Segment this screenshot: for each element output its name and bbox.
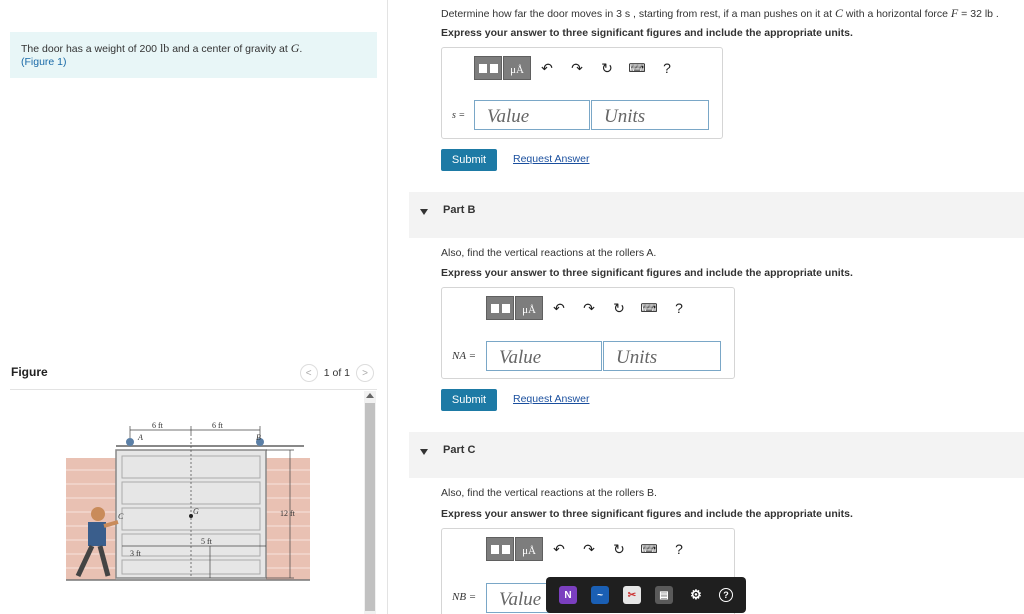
undo-icon[interactable]: ↶ bbox=[544, 300, 574, 317]
keyboard-icon[interactable]: ⌨ bbox=[622, 61, 652, 75]
figure-link[interactable]: (Figure 1) bbox=[21, 56, 67, 68]
redo-icon[interactable]: ↷ bbox=[574, 541, 604, 558]
nb-label: NB = bbox=[452, 591, 477, 603]
redo-icon[interactable]: ↷ bbox=[574, 300, 604, 317]
part-b-title: Part B bbox=[443, 204, 476, 216]
chevron-left-icon[interactable]: < bbox=[299, 364, 318, 382]
dim-mid: 5 ft bbox=[201, 537, 213, 546]
part-b-question: Also, find the vertical reactions at the… bbox=[441, 247, 657, 259]
help-icon[interactable]: ? bbox=[652, 60, 682, 76]
units-input[interactable]: Units bbox=[603, 341, 721, 371]
part-c-question: Also, find the vertical reactions at the… bbox=[441, 487, 657, 499]
problem-statement: The door has a weight of 200 lb and a ce… bbox=[10, 32, 377, 78]
pager-count: 1 of 1 bbox=[323, 367, 350, 379]
part-b-answer-box: μÅ ↶ ↷ ↻ ⌨ ? NA = Value Units bbox=[441, 287, 735, 379]
symbols-label: μÅ bbox=[510, 64, 524, 76]
symbols-label: μÅ bbox=[522, 545, 536, 557]
na-label: NA = bbox=[452, 350, 477, 362]
label-a: A bbox=[137, 433, 143, 442]
app-icon[interactable]: ▤ bbox=[655, 586, 673, 604]
undo-icon[interactable]: ↶ bbox=[532, 60, 562, 77]
part-a-instruction: Express your answer to three significant… bbox=[441, 27, 853, 39]
keyboard-icon[interactable]: ⌨ bbox=[634, 542, 664, 556]
point-c-symbol: C bbox=[834, 6, 843, 20]
symbols-icon[interactable]: μÅ bbox=[515, 296, 543, 320]
question-text-3: = 32 lb . bbox=[958, 8, 999, 20]
submit-button[interactable]: Submit bbox=[441, 149, 497, 171]
undo-icon[interactable]: ↶ bbox=[544, 541, 574, 558]
part-a-answer-box: μÅ ↶ ↷ ↻ ⌨ ? s = Value Units bbox=[441, 47, 723, 139]
left-panel: The door has a weight of 200 lb and a ce… bbox=[0, 0, 388, 614]
onenote-icon[interactable]: N bbox=[559, 586, 577, 604]
symbols-icon[interactable]: μÅ bbox=[503, 56, 531, 80]
part-c-title: Part C bbox=[443, 444, 476, 456]
help-icon[interactable]: ? bbox=[719, 588, 733, 602]
figure-scrollbar[interactable] bbox=[364, 391, 376, 614]
right-panel: Determine how far the door moves in 3 s … bbox=[388, 0, 1024, 614]
dim-low: 3 ft bbox=[130, 549, 142, 558]
whiteboard-icon[interactable]: ~ bbox=[591, 586, 609, 604]
roller-a bbox=[126, 438, 134, 446]
help-icon[interactable]: ? bbox=[664, 541, 694, 557]
label-c: C bbox=[118, 512, 124, 521]
templates-icon[interactable] bbox=[486, 537, 514, 561]
right-brick-wall bbox=[266, 458, 310, 580]
math-toolbar: μÅ ↶ ↷ ↻ ⌨ ? bbox=[486, 296, 694, 320]
part-a-question: Determine how far the door moves in 3 s … bbox=[441, 6, 999, 21]
part-c-header[interactable]: Part C bbox=[409, 432, 1024, 478]
redo-icon[interactable]: ↷ bbox=[562, 60, 592, 77]
unit-lb: lb bbox=[159, 41, 170, 55]
part-b-instruction: Express your answer to three significant… bbox=[441, 267, 853, 279]
figure-header: Figure < 1 of 1 > bbox=[10, 362, 377, 390]
part-b-header[interactable]: Part B bbox=[409, 192, 1024, 238]
gear-icon[interactable]: ⚙ bbox=[687, 586, 705, 604]
reset-icon[interactable]: ↻ bbox=[604, 541, 634, 558]
keyboard-icon[interactable]: ⌨ bbox=[634, 301, 664, 315]
symbols-icon[interactable]: μÅ bbox=[515, 537, 543, 561]
help-icon[interactable]: ? bbox=[664, 300, 694, 316]
value-input[interactable]: Value bbox=[486, 341, 602, 371]
floating-taskbar: N ~ ✂ ▤ ⚙ ? bbox=[546, 577, 746, 613]
units-input[interactable]: Units bbox=[591, 100, 709, 130]
label-b: B bbox=[256, 433, 261, 442]
reset-icon[interactable]: ↻ bbox=[592, 60, 622, 77]
collapse-triangle-icon[interactable] bbox=[420, 209, 428, 215]
door-diagram: 6 ft 6 ft A B G C 12 ft 5 ft 3 ft bbox=[66, 421, 310, 581]
symbols-label: μÅ bbox=[522, 304, 536, 316]
intro-text-suffix: . bbox=[299, 43, 303, 55]
figure-pager: < 1 of 1 > bbox=[299, 364, 374, 382]
value-input[interactable]: Value bbox=[474, 100, 590, 130]
dim-top-right: 6 ft bbox=[212, 421, 224, 430]
dim-top-left: 6 ft bbox=[152, 421, 164, 430]
question-text-2: with a horizontal force bbox=[842, 8, 951, 20]
intro-text-mid: and a center of gravity at bbox=[169, 43, 291, 55]
scroll-thumb[interactable] bbox=[365, 403, 375, 611]
figure-title: Figure bbox=[11, 365, 48, 379]
intro-text: The door has a weight of 200 bbox=[21, 43, 160, 55]
label-g: G bbox=[193, 507, 199, 516]
dim-height: 12 ft bbox=[280, 509, 296, 518]
templates-icon[interactable] bbox=[474, 56, 502, 80]
left-brick-wall bbox=[66, 458, 116, 580]
request-answer-link[interactable]: Request Answer bbox=[513, 393, 589, 405]
part-c-instruction: Express your answer to three significant… bbox=[441, 508, 853, 520]
question-text: Determine how far the door moves in 3 s … bbox=[441, 8, 835, 20]
onenote-label: N bbox=[564, 589, 572, 601]
collapse-triangle-icon[interactable] bbox=[420, 449, 428, 455]
request-answer-link[interactable]: Request Answer bbox=[513, 153, 589, 165]
snip-icon[interactable]: ✂ bbox=[623, 586, 641, 604]
chevron-right-icon[interactable]: > bbox=[356, 364, 374, 382]
s-label: s = bbox=[452, 110, 466, 121]
math-toolbar: μÅ ↶ ↷ ↻ ⌨ ? bbox=[474, 56, 682, 80]
math-toolbar: μÅ ↶ ↷ ↻ ⌨ ? bbox=[486, 537, 694, 561]
scroll-up-icon[interactable] bbox=[366, 393, 374, 398]
submit-button[interactable]: Submit bbox=[441, 389, 497, 411]
reset-icon[interactable]: ↻ bbox=[604, 300, 634, 317]
templates-icon[interactable] bbox=[486, 296, 514, 320]
